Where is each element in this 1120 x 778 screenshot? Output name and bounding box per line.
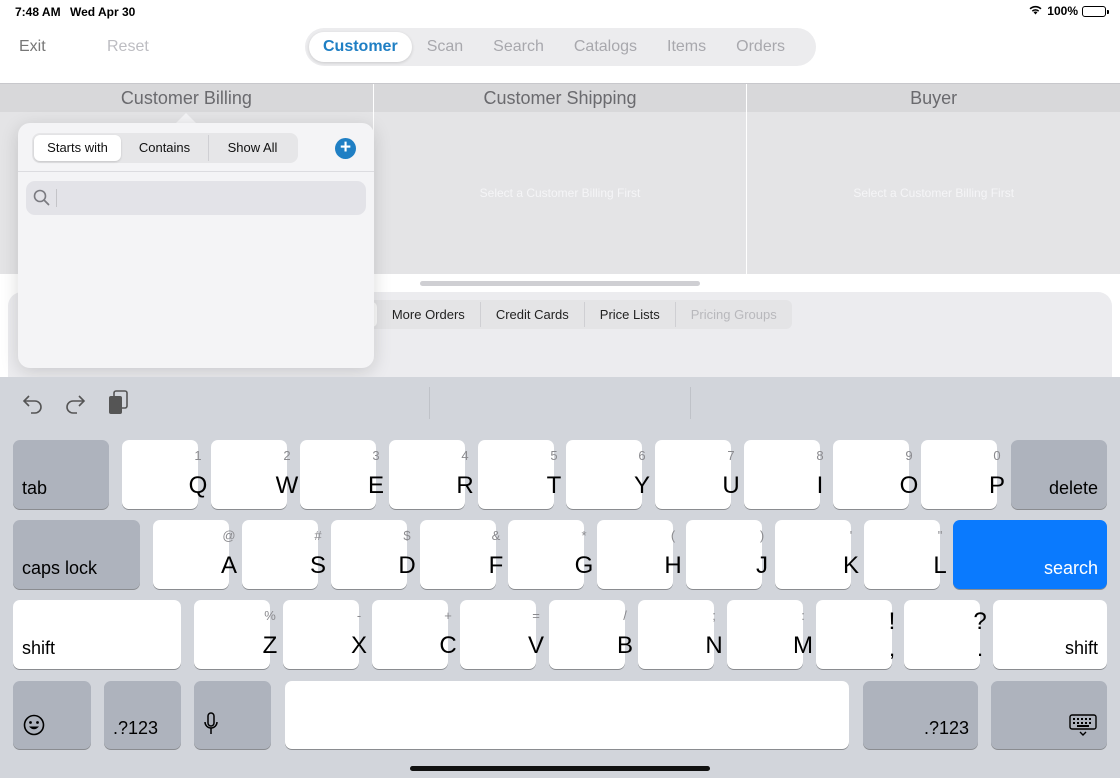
- tab-customer[interactable]: Customer: [309, 32, 412, 62]
- toolbar-separator: [429, 387, 430, 419]
- add-customer-button[interactable]: +: [335, 138, 356, 159]
- key-o[interactable]: 9O: [833, 440, 918, 509]
- redo-icon[interactable]: [64, 392, 86, 419]
- key-question-period[interactable]: ?.: [904, 600, 987, 669]
- reset-button[interactable]: Reset: [107, 38, 149, 56]
- tab-credit-cards[interactable]: Credit Cards: [481, 302, 585, 327]
- status-time: 7:48 AM: [15, 5, 61, 19]
- tab-items[interactable]: Items: [652, 32, 721, 62]
- tab-search[interactable]: Search: [478, 32, 559, 62]
- search-icon: [33, 189, 50, 211]
- delete-key[interactable]: delete: [1011, 440, 1107, 509]
- text-cursor: [56, 189, 57, 207]
- emoji-icon: [23, 714, 45, 741]
- tab-scan[interactable]: Scan: [412, 32, 478, 62]
- key-y[interactable]: 6Y: [566, 440, 650, 509]
- battery-percent: 100%: [1047, 4, 1078, 18]
- key-q[interactable]: 1Q: [122, 440, 207, 509]
- shift-right-key[interactable]: shift: [993, 600, 1107, 669]
- filter-contains[interactable]: Contains: [121, 135, 209, 161]
- wifi-icon: [1028, 4, 1043, 18]
- main-tabs: Customer Scan Search Catalogs Items Orde…: [305, 28, 816, 66]
- battery-icon: [1082, 5, 1109, 17]
- exit-button[interactable]: Exit: [19, 38, 46, 56]
- clipboard-icon[interactable]: [107, 389, 129, 421]
- key-b[interactable]: / B: [549, 600, 633, 669]
- tab-orders[interactable]: Orders: [721, 32, 800, 62]
- shift-left-key[interactable]: shift: [13, 600, 181, 669]
- key-label: .?123: [113, 718, 159, 738]
- toolbar-separator: [690, 387, 691, 419]
- panel-title: Customer Shipping: [373, 84, 747, 112]
- detail-tabs: rs More Orders Credit Cards Price Lists …: [340, 300, 792, 329]
- key-label: delete: [1048, 478, 1098, 498]
- key-p[interactable]: 0P: [921, 440, 1005, 509]
- key-n[interactable]: ; N: [638, 600, 723, 669]
- key-exclaim-comma[interactable]: !,: [816, 600, 895, 669]
- key-e[interactable]: 3E: [300, 440, 384, 509]
- key-j[interactable]: ) J: [686, 520, 768, 589]
- key-r[interactable]: 4R: [389, 440, 474, 509]
- key-f[interactable]: & F: [420, 520, 503, 589]
- key-c[interactable]: + C: [372, 600, 457, 669]
- tab-more-orders[interactable]: More Orders: [377, 302, 481, 327]
- key-label: search: [1043, 558, 1098, 578]
- undo-icon[interactable]: [22, 392, 44, 419]
- space-key[interactable]: [285, 681, 849, 749]
- key-d[interactable]: $ D: [331, 520, 416, 589]
- key-z[interactable]: % Z: [194, 600, 277, 669]
- tab-key[interactable]: tab: [13, 440, 109, 509]
- home-indicator[interactable]: [410, 766, 710, 771]
- tab-pricing-groups[interactable]: Pricing Groups: [676, 302, 792, 327]
- key-x[interactable]: -X: [283, 600, 367, 669]
- customer-shipping-panel[interactable]: Customer Shipping Select a Customer Bill…: [373, 84, 748, 274]
- filter-show-all[interactable]: Show All: [209, 135, 296, 161]
- customer-search-popover: Starts with Contains Show All +: [18, 123, 374, 368]
- tab-price-lists[interactable]: Price Lists: [585, 302, 676, 327]
- search-key[interactable]: search: [953, 520, 1107, 589]
- keyboard-toolbar: [0, 377, 1120, 429]
- key-label: caps lock: [22, 558, 98, 578]
- status-date: Wed Apr 30: [70, 5, 136, 19]
- key-s[interactable]: # S: [242, 520, 326, 589]
- key-label: tab: [22, 478, 48, 498]
- keyboard-dismiss-icon: [1069, 714, 1097, 741]
- key-w[interactable]: 2W: [211, 440, 298, 509]
- key-label: .?123: [923, 718, 969, 738]
- filter-segmented-control: Starts with Contains Show All: [32, 133, 298, 163]
- key-i[interactable]: 8I: [744, 440, 824, 509]
- on-screen-keyboard: tab 1Q 2W 3E 4R 5T 6Y 7U 8I 9O 0P delete…: [0, 377, 1120, 778]
- divider: [18, 171, 374, 172]
- panel-empty-message: Select a Customer Billing First: [853, 186, 1015, 200]
- numbers-left-key[interactable]: .?123: [104, 681, 181, 749]
- key-u[interactable]: 7U: [655, 440, 740, 509]
- tab-catalogs[interactable]: Catalogs: [559, 32, 652, 62]
- key-label: shift: [22, 638, 56, 658]
- caps-lock-key[interactable]: caps lock: [13, 520, 140, 589]
- key-k[interactable]: ' K: [775, 520, 859, 589]
- top-nav-bar: Exit Reset Customer Scan Search Catalogs…: [0, 24, 1120, 84]
- dictation-key[interactable]: [194, 681, 271, 749]
- mic-icon: [203, 712, 219, 741]
- status-right: 100%: [1028, 4, 1109, 18]
- emoji-key[interactable]: [13, 681, 91, 749]
- key-label: shift: [1064, 638, 1098, 658]
- panel-empty-message: Select a Customer Billing First: [479, 186, 641, 200]
- key-h[interactable]: (H: [597, 520, 682, 589]
- key-m[interactable]: :M: [727, 600, 813, 669]
- hide-keyboard-key[interactable]: [991, 681, 1107, 749]
- key-t[interactable]: 5T: [478, 440, 561, 509]
- key-a[interactable]: @ A: [153, 520, 237, 589]
- search-input[interactable]: [26, 181, 366, 215]
- scroll-indicator[interactable]: [420, 281, 700, 286]
- filter-starts-with[interactable]: Starts with: [34, 135, 121, 161]
- status-bar: 7:48 AM Wed Apr 30 100%: [0, 0, 1120, 24]
- numbers-right-key[interactable]: .?123: [863, 681, 978, 749]
- panel-title: Buyer: [747, 84, 1120, 112]
- panel-title: Customer Billing: [0, 84, 373, 112]
- key-g[interactable]: * G: [508, 520, 593, 589]
- buyer-panel[interactable]: Buyer Select a Customer Billing First: [747, 84, 1120, 274]
- key-v[interactable]: = V: [460, 600, 544, 669]
- key-l[interactable]: " L: [864, 520, 947, 589]
